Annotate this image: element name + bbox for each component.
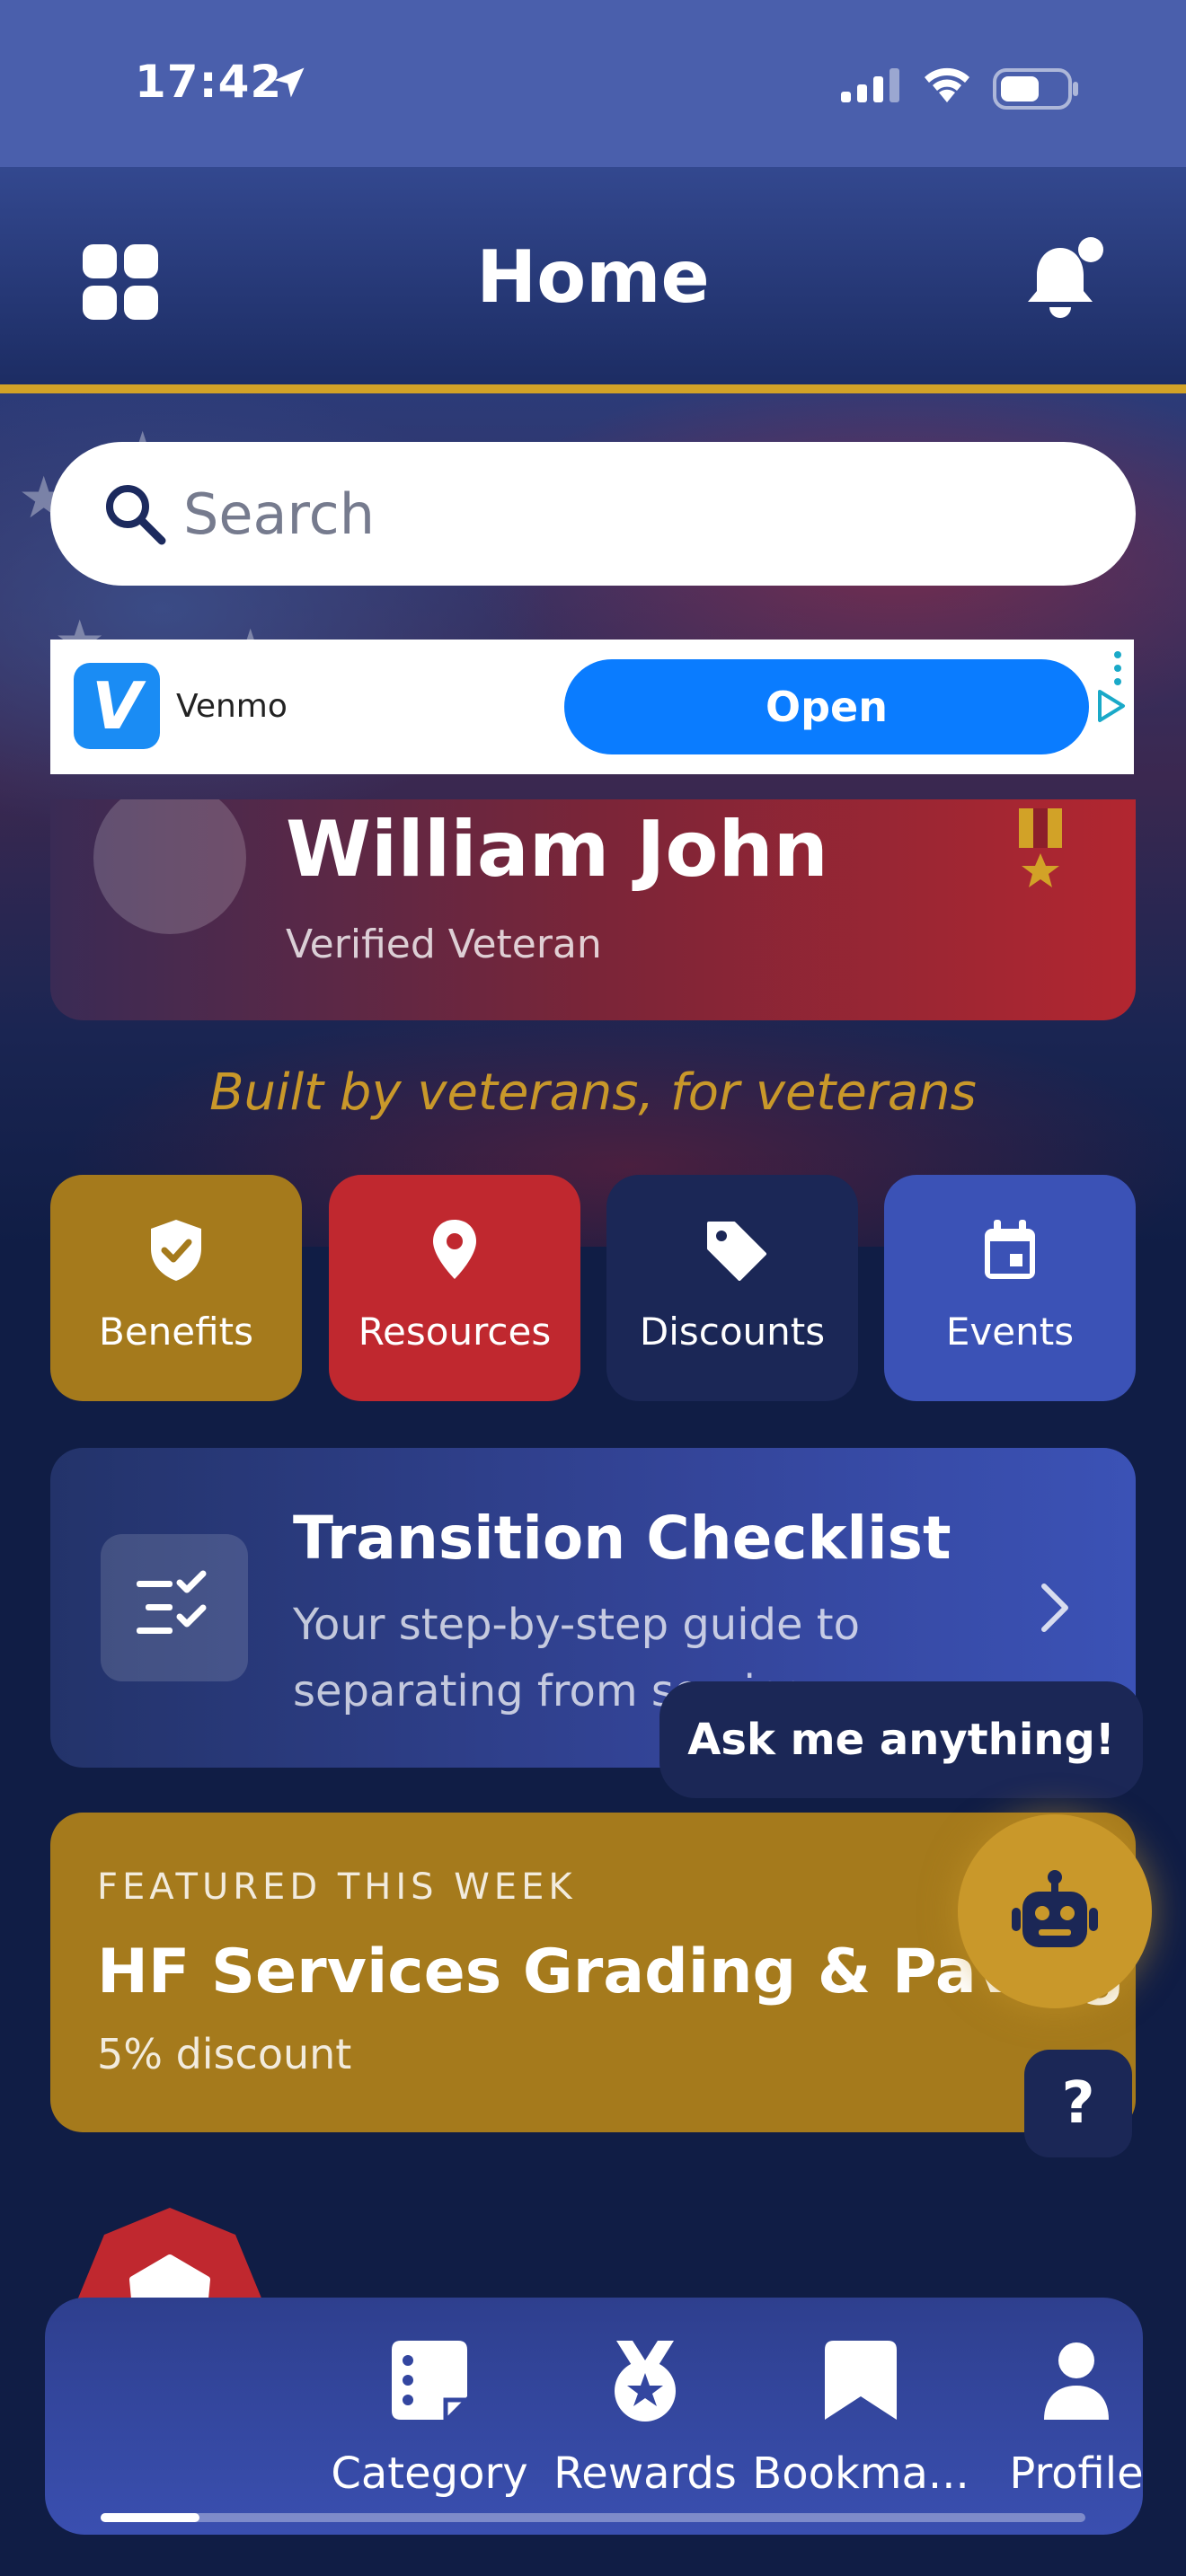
tagline: Built by veterans, for veterans bbox=[209, 1063, 977, 1122]
bottom-tab-bar: Category Rewards Bookma... Profile bbox=[45, 2298, 1144, 2535]
checklist-icon-container bbox=[101, 1534, 248, 1681]
page-title: Home bbox=[476, 235, 710, 319]
resources-label: Resources bbox=[358, 1310, 552, 1354]
ad-banner[interactable]: V Venmo Open bbox=[50, 640, 1134, 774]
ad-advertiser-name: Venmo bbox=[176, 688, 288, 725]
profile-name: William John bbox=[286, 805, 828, 895]
medal-icon bbox=[615, 2341, 676, 2422]
tag-icon bbox=[707, 1222, 766, 1281]
chevron-right-icon bbox=[1041, 1584, 1068, 1632]
tab-scroll-indicator-fill bbox=[101, 2513, 199, 2522]
battery-icon bbox=[993, 68, 1078, 110]
verification-status: Verified Veteran bbox=[286, 922, 602, 967]
location-arrow-icon bbox=[274, 67, 305, 98]
featured-eyebrow: FEATURED THIS WEEK bbox=[97, 1866, 577, 1908]
header-accent-line bbox=[0, 384, 1186, 393]
profile-card[interactable]: William John Verified Veteran bbox=[50, 799, 1136, 1020]
tab-bookmarks[interactable]: Bookma... bbox=[752, 2298, 969, 2535]
resources-button[interactable]: Resources bbox=[329, 1175, 580, 1401]
shield-check-icon bbox=[151, 1220, 201, 1281]
adchoices-icon[interactable] bbox=[1093, 688, 1128, 724]
discounts-button[interactable]: Discounts bbox=[606, 1175, 858, 1401]
events-button[interactable]: Events bbox=[884, 1175, 1136, 1401]
checklist-icon bbox=[137, 1570, 207, 1634]
robot-icon bbox=[1012, 1870, 1098, 1947]
benefits-button[interactable]: Benefits bbox=[50, 1175, 302, 1401]
tab-scroll-indicator bbox=[101, 2513, 1085, 2522]
map-pin-icon bbox=[433, 1220, 476, 1279]
notification-bell-icon[interactable] bbox=[1024, 235, 1107, 322]
wifi-icon bbox=[925, 67, 969, 102]
benefits-label: Benefits bbox=[99, 1310, 253, 1354]
venmo-logo: V bbox=[74, 663, 160, 749]
status-time: 17:42 bbox=[135, 56, 283, 108]
calendar-icon bbox=[985, 1220, 1035, 1279]
tab-bookmarks-label: Bookma... bbox=[752, 2448, 969, 2499]
help-button[interactable]: ? bbox=[1024, 2050, 1132, 2157]
cellular-signal-icon bbox=[841, 68, 899, 102]
tab-category-label: Category bbox=[331, 2448, 528, 2499]
tab-profile-label: Profile bbox=[1009, 2448, 1144, 2499]
category-icon bbox=[392, 2341, 467, 2420]
tab-rewards[interactable]: Rewards bbox=[537, 2298, 753, 2535]
status-bar: 17:42 bbox=[0, 0, 1186, 167]
ad-options-icon[interactable] bbox=[1111, 650, 1125, 686]
search-input[interactable] bbox=[183, 480, 1082, 548]
featured-subtitle: 5% discount bbox=[97, 2030, 352, 2078]
medal-icon bbox=[1019, 808, 1062, 887]
assistant-bot-button[interactable] bbox=[958, 1814, 1152, 2008]
events-label: Events bbox=[945, 1310, 1075, 1354]
person-icon bbox=[1044, 2342, 1109, 2420]
checklist-title: Transition Checklist bbox=[293, 1504, 951, 1573]
tab-rewards-label: Rewards bbox=[553, 2448, 737, 2499]
discounts-label: Discounts bbox=[639, 1310, 826, 1354]
assistant-bubble[interactable]: Ask me anything! bbox=[659, 1681, 1143, 1798]
bookmark-icon bbox=[825, 2341, 897, 2420]
tab-category[interactable]: Category bbox=[322, 2298, 537, 2535]
search-icon bbox=[106, 485, 166, 545]
avatar bbox=[93, 799, 246, 934]
search-bar[interactable] bbox=[50, 442, 1136, 586]
tab-profile[interactable]: Profile bbox=[969, 2298, 1184, 2535]
ad-open-button[interactable]: Open bbox=[564, 659, 1089, 754]
